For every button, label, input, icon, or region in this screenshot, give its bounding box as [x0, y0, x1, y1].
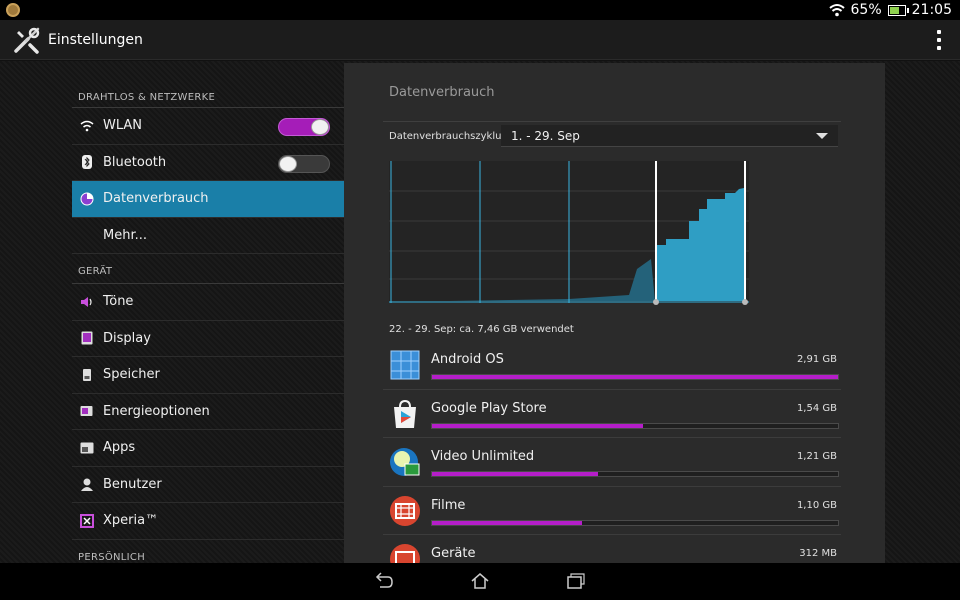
app-size: 1,21 GB: [796, 451, 837, 462]
notification-icon: [6, 3, 20, 17]
app-name: Android OS: [431, 352, 504, 367]
sidebar-item-label: Töne: [103, 294, 134, 310]
settings-sidebar: DRAHTLOS & NETZWERKE WLAN Bluetooth Date…: [72, 80, 344, 563]
sidebar-item-label: Display: [103, 330, 151, 346]
sidebar-item-label: Energieoptionen: [103, 403, 210, 419]
section-header-wireless: DRAHTLOS & NETZWERKE: [72, 80, 344, 108]
settings-tools-icon[interactable]: [12, 25, 42, 55]
sidebar-item-label: Bluetooth: [103, 154, 167, 170]
sidebar-item-power[interactable]: Energieoptionen: [72, 394, 344, 430]
section-header-personal: PERSÖNLICH: [72, 540, 344, 564]
battery-icon: [887, 4, 909, 16]
play-store-icon: [394, 399, 416, 428]
usage-cycle-row: Datenverbrauchszyklus 1. - 29. Sep: [383, 121, 841, 149]
data-usage-chart[interactable]: [389, 161, 749, 307]
sidebar-item-label: Mehr...: [103, 227, 148, 243]
dropdown-caret-icon: [816, 133, 828, 139]
app-size: 312 MB: [799, 548, 837, 559]
usage-cycle-dropdown[interactable]: 1. - 29. Sep: [501, 125, 838, 147]
sidebar-item-users[interactable]: Benutzer: [72, 467, 344, 503]
section-header-device: GERÄT: [72, 254, 344, 284]
usage-cycle-value: 1. - 29. Sep: [511, 129, 580, 143]
bluetooth-icon: [80, 155, 94, 170]
battery-percent: 65%: [850, 2, 882, 18]
list-item[interactable]: Filme 1,10 GB: [383, 487, 841, 535]
usage-summary: 22. - 29. Sep: ca. 7,46 GB verwendet: [389, 324, 574, 335]
sidebar-item-apps[interactable]: Apps: [72, 430, 344, 467]
sidebar-item-storage[interactable]: Speicher: [72, 357, 344, 394]
list-item[interactable]: Video Unlimited 1,21 GB: [383, 438, 841, 487]
page-title: Einstellungen: [48, 32, 143, 48]
data-usage-icon: [80, 192, 94, 206]
video-unlimited-icon: [390, 448, 420, 476]
speaker-icon: [80, 295, 94, 309]
wlan-toggle[interactable]: [278, 118, 330, 136]
battery-settings-icon: [80, 404, 94, 418]
bluetooth-toggle[interactable]: [278, 154, 330, 173]
back-icon[interactable]: [374, 572, 394, 590]
recent-apps-icon[interactable]: [566, 572, 586, 590]
devices-icon: [390, 544, 420, 563]
usage-bar: [431, 471, 839, 477]
sidebar-item-label: Benutzer: [103, 476, 162, 492]
app-name: Video Unlimited: [431, 449, 535, 464]
sidebar-item-xperia[interactable]: Xperia™: [72, 503, 344, 540]
app-size: 2,91 GB: [796, 354, 837, 365]
list-item[interactable]: Google Play Store 1,54 GB: [383, 390, 841, 438]
sidebar-item-more[interactable]: Mehr...: [72, 218, 344, 254]
storage-icon: [80, 368, 94, 382]
sidebar-item-data-usage[interactable]: Datenverbrauch: [72, 181, 344, 218]
usage-cycle-label: Datenverbrauchszyklus: [389, 131, 507, 142]
app-name: Google Play Store: [431, 400, 547, 416]
display-icon: [80, 331, 94, 345]
sidebar-item-label: Xperia™: [103, 513, 159, 529]
user-icon: [80, 477, 94, 492]
status-bar: 65% 21:05: [0, 0, 960, 20]
wifi-signal-icon: [828, 4, 845, 17]
sidebar-item-sound[interactable]: Töne: [72, 284, 344, 321]
home-icon[interactable]: [470, 572, 490, 590]
usage-bar: [431, 422, 839, 429]
app-name: Filme: [431, 497, 466, 513]
app-size: 1,10 GB: [796, 499, 837, 511]
sidebar-item-label: Speicher: [103, 367, 160, 383]
navigation-bar: [0, 563, 960, 600]
usage-bar: [431, 374, 839, 380]
apps-icon: [80, 441, 94, 455]
app-size: 1,54 GB: [796, 402, 837, 414]
app-name: Geräte: [431, 546, 476, 561]
clock: 21:05: [911, 2, 952, 18]
app-usage-list: Android OS 2,91 GB Google Play Store 1,5…: [383, 341, 841, 563]
usage-bar: [431, 519, 839, 526]
action-bar: Einstellungen: [0, 20, 960, 60]
sidebar-item-bluetooth[interactable]: Bluetooth: [72, 145, 344, 181]
sidebar-item-display[interactable]: Display: [72, 321, 344, 357]
overflow-menu-icon[interactable]: [936, 30, 942, 50]
sidebar-item-label: WLAN: [103, 118, 143, 134]
list-item[interactable]: Android OS 2,91 GB: [383, 341, 841, 390]
list-item[interactable]: Geräte 312 MB: [383, 535, 841, 563]
sidebar-item-label: Apps: [103, 440, 136, 456]
sidebar-item-wlan[interactable]: WLAN: [72, 108, 344, 145]
wifi-icon: [80, 119, 94, 133]
sidebar-item-label: Datenverbrauch: [103, 191, 209, 207]
data-usage-panel: Datenverbrauch Datenverbrauchszyklus 1. …: [344, 63, 885, 563]
android-os-icon: [390, 350, 420, 380]
xperia-icon: [80, 513, 94, 528]
movies-icon: [390, 495, 420, 526]
panel-title: Datenverbrauch: [389, 85, 495, 100]
